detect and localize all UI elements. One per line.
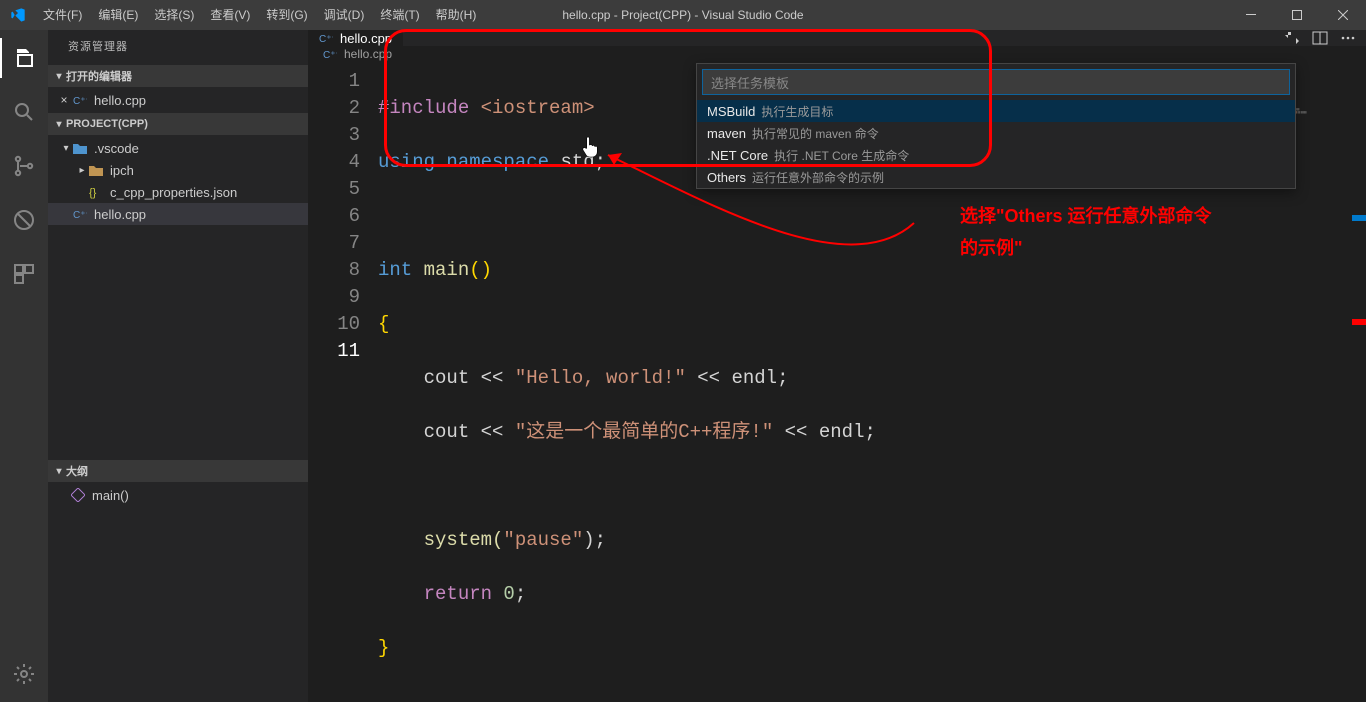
menu-view[interactable]: 查看(V) (202, 0, 258, 30)
chevron-down-icon: ▾ (52, 119, 66, 130)
activity-extensions-icon[interactable] (0, 254, 48, 294)
tab-hello-cpp[interactable]: C⁺⁺ hello.cpp (308, 30, 403, 46)
menu-select[interactable]: 选择(S) (146, 0, 202, 30)
activity-bar (0, 30, 48, 702)
file-label: hello.cpp (94, 207, 146, 222)
menu-help[interactable]: 帮助(H) (428, 0, 485, 30)
folder-icon (88, 162, 104, 178)
cpp-file-icon: C⁺⁺ (318, 30, 334, 46)
window-minimize-button[interactable] (1228, 0, 1274, 30)
json-file-icon: {} (88, 184, 104, 200)
open-editor-name: hello.cpp (94, 93, 146, 108)
annotation-text: 选择"Others 运行任意外部命令的示例" (960, 200, 1220, 264)
open-editors-header[interactable]: ▾ 打开的编辑器 (48, 65, 308, 87)
svg-text:C⁺⁺: C⁺⁺ (319, 34, 333, 45)
menu-bar: 文件(F) 编辑(E) 选择(S) 查看(V) 转到(G) 调试(D) 终端(T… (35, 0, 484, 30)
menu-goto[interactable]: 转到(G) (258, 0, 315, 30)
quickpick-item-msbuild[interactable]: MSBuild 执行生成目标 (697, 100, 1295, 122)
chevron-right-icon: ▸ (76, 165, 88, 176)
svg-text:{}: {} (89, 187, 97, 199)
svg-text:C⁺⁺: C⁺⁺ (323, 50, 337, 61)
window-close-button[interactable] (1320, 0, 1366, 30)
quickpick-item-others[interactable]: Others 运行任意外部命令的示例 (697, 166, 1295, 188)
chevron-down-icon: ▾ (60, 143, 72, 154)
svg-text:C⁺⁺: C⁺⁺ (73, 210, 87, 221)
overview-ruler[interactable] (1352, 87, 1366, 701)
quickpick-item-maven[interactable]: maven 执行常见的 maven 命令 (697, 122, 1295, 144)
file-c-cpp-properties[interactable]: {} c_cpp_properties.json (48, 181, 308, 203)
sidebar-explorer: 资源管理器 ▾ 打开的编辑器 × C⁺⁺ hello.cpp ▾ PROJECT… (48, 30, 308, 702)
chevron-down-icon: ▾ (52, 71, 66, 82)
line-gutter: 1 2 3 4 5 6 7 8 9 10 11 (308, 62, 378, 702)
breadcrumb-file: hello.cpp (344, 47, 392, 61)
vscode-logo-icon (0, 7, 35, 23)
folder-ipch[interactable]: ▸ ipch (48, 159, 308, 181)
compare-changes-icon[interactable] (1284, 30, 1300, 46)
outline-item-label: main() (92, 488, 129, 503)
activity-explorer-icon[interactable] (0, 38, 48, 78)
menu-debug[interactable]: 调试(D) (316, 0, 373, 30)
quickpick-placeholder: 选择任务模板 (711, 73, 789, 92)
activity-settings-icon[interactable] (0, 654, 48, 694)
sidebar-title: 资源管理器 (48, 30, 308, 65)
editor-tabs: C⁺⁺ hello.cpp (308, 30, 1366, 46)
tab-label: hello.cpp (340, 31, 392, 46)
open-editors-label: 打开的编辑器 (66, 68, 132, 84)
folder-label: ipch (110, 163, 134, 178)
activity-search-icon[interactable] (0, 92, 48, 132)
activity-scm-icon[interactable] (0, 146, 48, 186)
file-label: c_cpp_properties.json (110, 185, 237, 200)
editor-group: C⁺⁺ hello.cpp C⁺⁺ hello.cpp 1 2 3 4 5 6 … (308, 30, 1366, 702)
window-maximize-button[interactable] (1274, 0, 1320, 30)
quickpick-item-netcore[interactable]: .NET Core 执行 .NET Core 生成命令 (697, 144, 1295, 166)
menu-terminal[interactable]: 终端(T) (372, 0, 427, 30)
chevron-down-icon: ▾ (52, 466, 66, 477)
more-actions-icon[interactable] (1340, 30, 1356, 46)
outline-header-label: 大纲 (66, 463, 88, 479)
quickpick-task-template: 选择任务模板 MSBuild 执行生成目标 maven 执行常见的 maven … (696, 63, 1296, 189)
cpp-file-icon: C⁺⁺ (322, 46, 338, 62)
close-icon[interactable]: × (56, 93, 72, 107)
svg-text:C⁺⁺: C⁺⁺ (73, 96, 87, 107)
file-hello-cpp[interactable]: C⁺⁺ hello.cpp (48, 203, 308, 225)
folder-vscode[interactable]: ▾ .vscode (48, 137, 308, 159)
project-header-label: PROJECT(CPP) (66, 118, 148, 130)
breadcrumbs[interactable]: C⁺⁺ hello.cpp (308, 46, 1366, 62)
folder-label: .vscode (94, 141, 139, 156)
folder-icon (72, 140, 88, 156)
quickpick-input[interactable]: 选择任务模板 (702, 69, 1290, 95)
activity-debug-icon[interactable] (0, 200, 48, 240)
cpp-file-icon: C⁺⁺ (72, 206, 88, 222)
split-editor-icon[interactable] (1312, 30, 1328, 46)
project-header[interactable]: ▾ PROJECT(CPP) (48, 113, 308, 135)
menu-file[interactable]: 文件(F) (35, 0, 90, 30)
open-editor-item[interactable]: × C⁺⁺ hello.cpp (48, 89, 308, 111)
menu-edit[interactable]: 编辑(E) (90, 0, 146, 30)
outline-header[interactable]: ▾ 大纲 (48, 460, 308, 482)
outline-item-main[interactable]: main() (48, 484, 308, 506)
method-icon (70, 487, 86, 503)
titlebar: 文件(F) 编辑(E) 选择(S) 查看(V) 转到(G) 调试(D) 终端(T… (0, 0, 1366, 30)
cpp-file-icon: C⁺⁺ (72, 92, 88, 108)
